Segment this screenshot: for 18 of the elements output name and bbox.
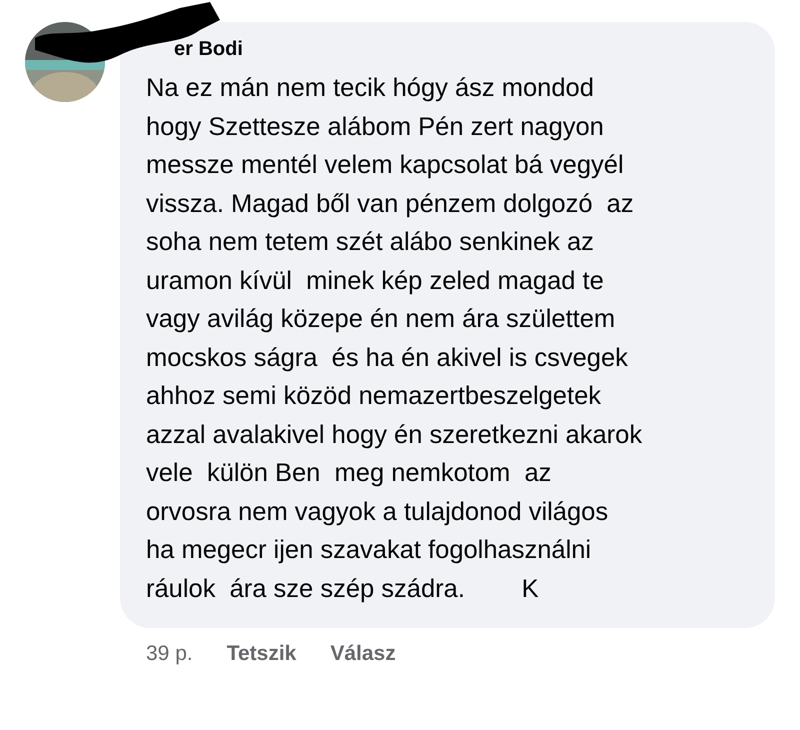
comment-text: azzal avalakivel hogy én szeretkezni akarok (146, 420, 644, 450)
comment-text: vele külön Ben meg nemkotom az (146, 458, 552, 489)
author-name[interactable]: er Bodi (146, 38, 775, 61)
comment-action-link[interactable]: Válasz (330, 642, 396, 666)
comment-time: 39 p. (146, 642, 193, 666)
comment-text: orvosra nem vagyok a tulajdonod világos (146, 496, 610, 528)
comment-text: hogy Szettesze alábom Pén zert nagyon (146, 112, 605, 142)
comment-text: uramon kívül minek kép zeled magad te (146, 266, 605, 296)
comment-text: messze mentél velem kapcsolat bá vegyél (146, 150, 625, 181)
comment-text: ahhoz semi közöd nemazertbeszelgetek (146, 381, 602, 412)
comment-text: vagy avilág közepe én nem ára születtem (146, 304, 616, 335)
comment-action-link[interactable]: Tetszik (226, 642, 296, 666)
comment-text: ha megecr ijen szavakat fogolhasználni (146, 535, 592, 566)
comment-text: Na ez mán nem tecik hógy ász mondod (146, 73, 595, 104)
comment-text: mocskos ságra és ha én akivel is csvegek (146, 342, 629, 374)
comment-text: ráulok ára sze szép szádra. K (146, 574, 540, 604)
comment-text: vissza. Magad ből van pénzem dolgozó az (146, 188, 635, 220)
comment-text: soha nem tetem szét alábo senkinek az (146, 227, 595, 258)
